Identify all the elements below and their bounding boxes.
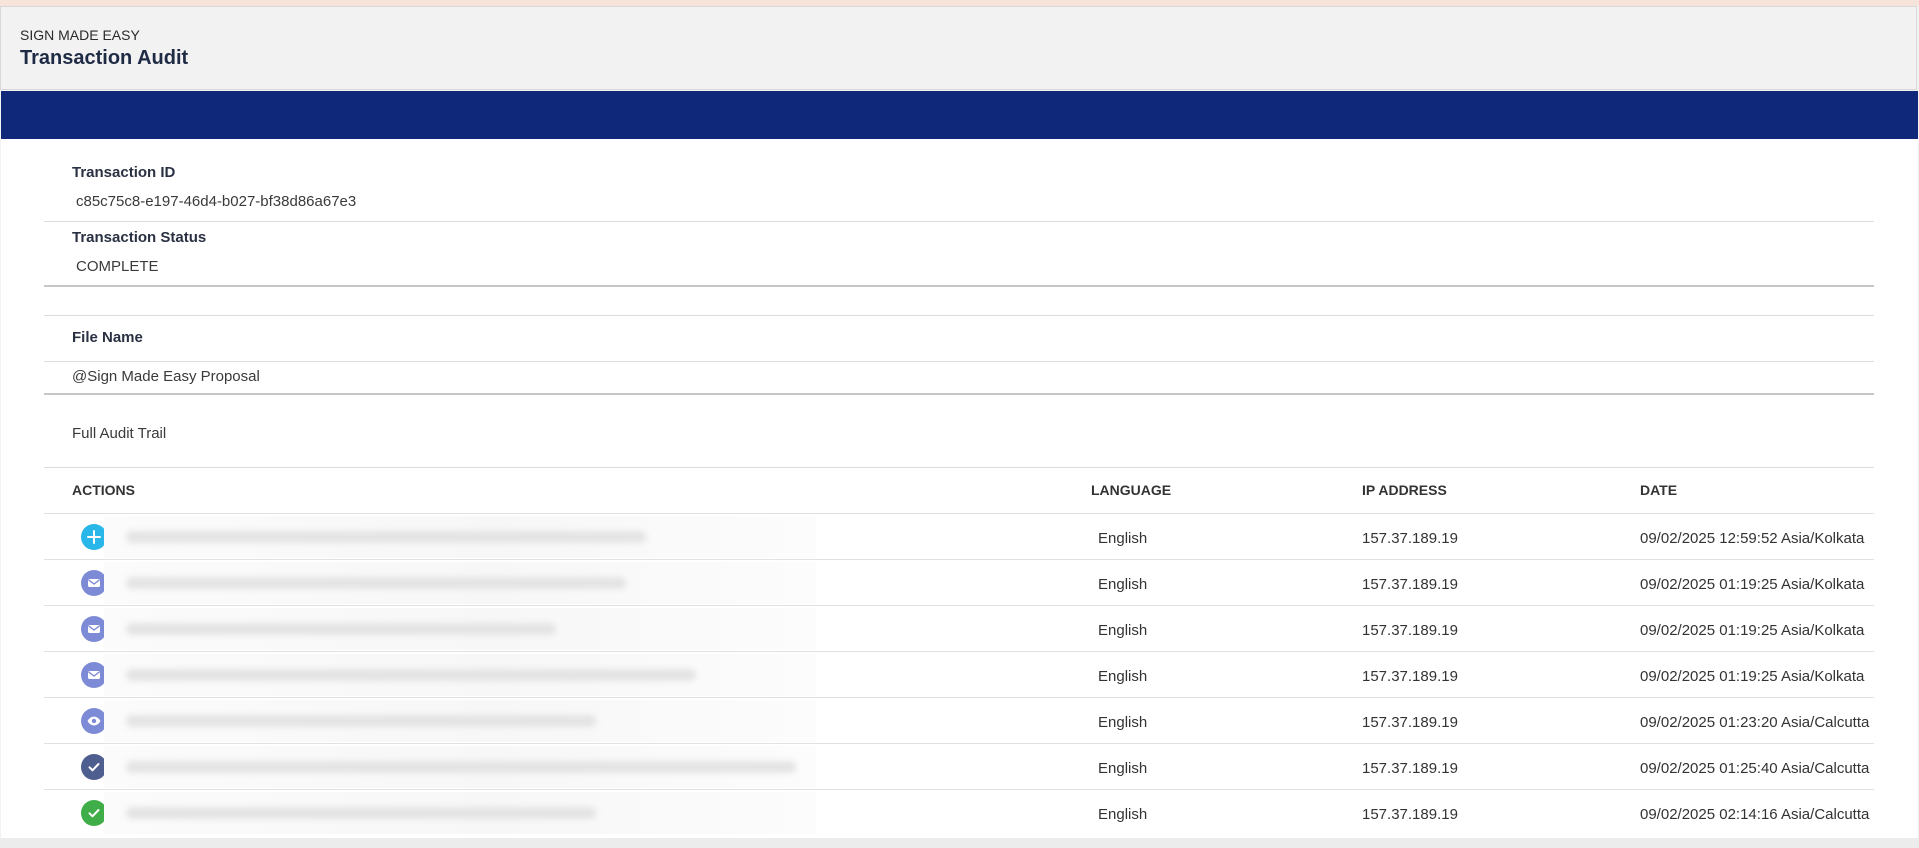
row-language: English xyxy=(1098,668,1148,685)
row-date: 09/02/2025 01:19:25 Asia/Kolkata xyxy=(1640,576,1865,593)
redacted-action-text xyxy=(104,516,816,558)
row-ip-address: 157.37.189.19 xyxy=(1362,622,1458,639)
row-ip-address: 157.37.189.19 xyxy=(1362,806,1458,823)
column-header-date: DATE xyxy=(1640,482,1678,498)
audit-row: English 157.37.189.19 09/02/2025 02:14:1… xyxy=(44,789,1874,836)
file-name-label: File Name xyxy=(72,329,143,346)
audit-row: English 157.37.189.19 09/02/2025 12:59:5… xyxy=(44,513,1874,560)
row-date: 09/02/2025 01:25:40 Asia/Calcutta xyxy=(1640,760,1870,777)
transaction-status-value: COMPLETE xyxy=(76,258,159,275)
audit-row: English 157.37.189.19 09/02/2025 01:19:2… xyxy=(44,559,1874,606)
page-title: Transaction Audit xyxy=(20,47,189,69)
row-date: 09/02/2025 01:23:20 Asia/Calcutta xyxy=(1640,714,1870,731)
divider xyxy=(44,315,1874,316)
transaction-status-label: Transaction Status xyxy=(72,229,207,246)
row-ip-address: 157.37.189.19 xyxy=(1362,714,1458,731)
row-language: English xyxy=(1098,806,1148,823)
row-date: 09/02/2025 02:14:16 Asia/Calcutta xyxy=(1640,806,1870,823)
column-header-language: LANGUAGE xyxy=(1091,482,1172,498)
redacted-action-text xyxy=(104,792,816,834)
row-language: English xyxy=(1098,760,1148,777)
page-header: SIGN MADE EASY Transaction Audit xyxy=(0,6,1917,90)
divider xyxy=(44,393,1874,395)
row-language: English xyxy=(1098,622,1148,639)
row-language: English xyxy=(1098,714,1148,731)
transaction-id-label: Transaction ID xyxy=(72,164,176,181)
divider xyxy=(44,467,1874,468)
column-header-ip-address: IP ADDRESS xyxy=(1362,482,1447,498)
row-ip-address: 157.37.189.19 xyxy=(1362,668,1458,685)
row-date: 09/02/2025 01:19:25 Asia/Kolkata xyxy=(1640,668,1865,685)
row-ip-address: 157.37.189.19 xyxy=(1362,760,1458,777)
redacted-action-text xyxy=(104,654,816,696)
transaction-id-value: c85c75c8-e197-46d4-b027-bf38d86a67e3 xyxy=(76,193,357,210)
redacted-action-text xyxy=(104,700,816,742)
audit-row: English 157.37.189.19 09/02/2025 01:23:2… xyxy=(44,697,1874,744)
divider xyxy=(44,361,1874,362)
file-name-value: @Sign Made Easy Proposal xyxy=(72,368,260,385)
row-date: 09/02/2025 01:19:25 Asia/Kolkata xyxy=(1640,622,1865,639)
row-language: English xyxy=(1098,530,1148,547)
redacted-action-text xyxy=(104,608,816,650)
audit-row: English 157.37.189.19 09/02/2025 01:19:2… xyxy=(44,651,1874,698)
audit-section-title: Full Audit Trail xyxy=(72,425,167,442)
row-language: English xyxy=(1098,576,1148,593)
row-ip-address: 157.37.189.19 xyxy=(1362,530,1458,547)
bottom-strip xyxy=(0,838,1919,848)
row-ip-address: 157.37.189.19 xyxy=(1362,576,1458,593)
divider xyxy=(44,285,1874,287)
divider xyxy=(44,221,1874,222)
audit-row: English 157.37.189.19 09/02/2025 01:25:4… xyxy=(44,743,1874,790)
redacted-action-text xyxy=(104,562,816,604)
header-band xyxy=(1,91,1918,139)
redacted-action-text xyxy=(104,746,816,788)
column-header-actions: ACTIONS xyxy=(72,482,135,498)
brand-name: SIGN MADE EASY xyxy=(20,27,140,43)
row-date: 09/02/2025 12:59:52 Asia/Kolkata xyxy=(1640,530,1865,547)
audit-row: English 157.37.189.19 09/02/2025 01:19:2… xyxy=(44,605,1874,652)
